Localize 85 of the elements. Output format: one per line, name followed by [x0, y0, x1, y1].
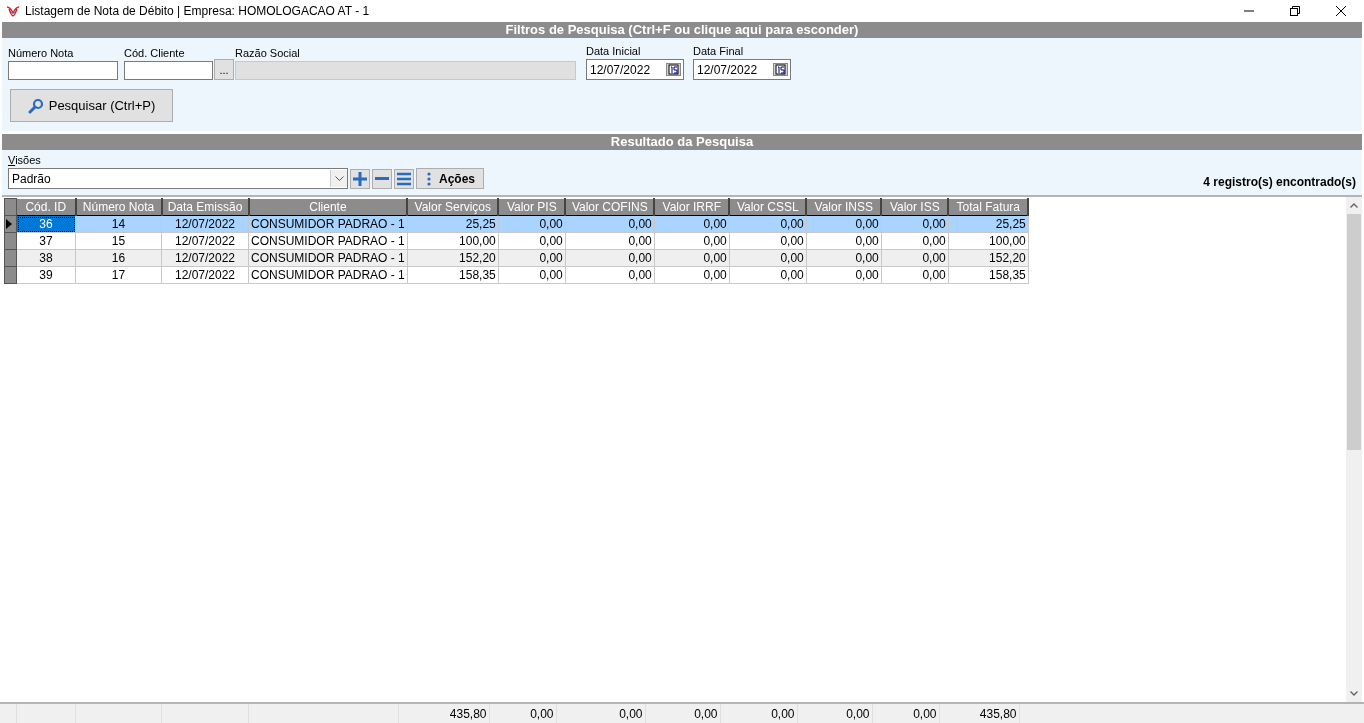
- table-cell: CONSUMIDOR PADRAO - 1: [248, 266, 408, 284]
- total-cell: 0,00: [797, 704, 872, 723]
- field-label: Cód. Cliente: [124, 46, 186, 61]
- lookup-button[interactable]: ...: [214, 59, 234, 80]
- restore-icon: [1289, 5, 1301, 17]
- total-cell: 435,80: [939, 704, 1019, 723]
- column-header[interactable]: Valor Serviços: [407, 198, 499, 216]
- table-row[interactable]: 36 14 12/07/2022 CONSUMIDOR PADRAO - 1 25,25 0,00 0,00 0,00 0,00 0,00 0,00 25,25: [4, 215, 1029, 233]
- total-cell: 0,00: [645, 704, 720, 723]
- table-row[interactable]: 38 16 12/07/2022 CONSUMIDOR PADRAO - 1 152,20 0,00 0,00 0,00 0,00 0,00 0,00 152,20: [4, 249, 1029, 267]
- table-cell: 158,35: [407, 266, 499, 284]
- table-cell: 0,00: [565, 232, 655, 250]
- table-cell: 158,35: [948, 266, 1029, 284]
- column-header[interactable]: Total Fatura: [948, 198, 1029, 216]
- table-cell: 0,00: [498, 232, 566, 250]
- column-header[interactable]: Valor PIS: [498, 198, 566, 216]
- close-icon: [1335, 5, 1347, 17]
- row-header: [4, 198, 17, 216]
- field-label: Número Nota: [8, 46, 75, 61]
- search-button[interactable]: Pesquisar (Ctrl+P): [10, 89, 173, 122]
- record-count: 4 registro(s) encontrado(s): [1203, 175, 1356, 189]
- numero-nota-field[interactable]: [8, 61, 118, 80]
- caret-icon: [334, 176, 344, 181]
- cod-cliente-field[interactable]: [124, 61, 213, 80]
- views-label: Visões: [8, 154, 42, 168]
- total-cell: 0,00: [556, 704, 645, 723]
- row-pointer-icon: [6, 219, 12, 229]
- table-cell: 0,00: [498, 266, 566, 284]
- date-label: Data Inicial: [586, 44, 642, 59]
- table-cell: 0,00: [654, 232, 730, 250]
- table-row[interactable]: 37 15 12/07/2022 CONSUMIDOR PADRAO - 1 100,00 0,00 0,00 0,00 0,00 0,00 0,00 100,00: [4, 232, 1029, 250]
- table-cell: 0,00: [806, 232, 882, 250]
- minus-icon: [374, 177, 390, 180]
- column-header[interactable]: Cód. ID: [16, 198, 76, 216]
- table-cell: 0,00: [881, 266, 949, 284]
- scroll-up-icon[interactable]: [1350, 203, 1358, 208]
- table-cell: 0,00: [729, 266, 807, 284]
- more-icon: [427, 171, 431, 186]
- column-header[interactable]: Cliente: [248, 198, 408, 216]
- remove-view-button[interactable]: [372, 168, 392, 189]
- results-header: Resultado da Pesquisa: [2, 134, 1362, 150]
- table-cell: 12/07/2022: [161, 266, 249, 284]
- date-label: Data Final: [693, 44, 745, 59]
- view-list-button[interactable]: [394, 168, 414, 189]
- date-field[interactable]: 12/07/2022: [693, 59, 791, 80]
- table-cell: 0,00: [654, 266, 730, 284]
- table-cell: 100,00: [948, 232, 1029, 250]
- scroll-down-icon[interactable]: [1350, 691, 1358, 696]
- table-cell: 0,00: [729, 232, 807, 250]
- table-cell: 0,00: [881, 232, 949, 250]
- table-cell: 37: [16, 232, 76, 250]
- search-icon: [27, 97, 44, 114]
- column-header[interactable]: Data Emissão: [161, 198, 249, 216]
- views-dropdown[interactable]: Padrão: [8, 168, 348, 189]
- table-cell: 15: [75, 232, 162, 250]
- column-header[interactable]: Valor INSS: [806, 198, 882, 216]
- table-cell: 0,00: [806, 266, 882, 284]
- calendar-icon[interactable]: [773, 63, 788, 76]
- table-cell: 39: [16, 266, 76, 284]
- table-cell: 12/07/2022: [161, 232, 249, 250]
- menu-icon: [396, 170, 412, 187]
- scrollbar[interactable]: [1346, 197, 1362, 702]
- column-header[interactable]: Valor IRRF: [654, 198, 730, 216]
- window-title: Listagem de Nota de Débito | Empresa: HOMOLOGACAO AT - 1: [25, 4, 371, 18]
- filters-header[interactable]: Filtros de Pesquisa (Ctrl+F ou clique aqui para esconder): [2, 22, 1362, 38]
- field-label: Razão Social: [235, 46, 301, 61]
- table-cell: 17: [75, 266, 162, 284]
- total-cell: 0,00: [489, 704, 556, 723]
- actions-button[interactable]: Ações: [416, 168, 485, 189]
- total-cell: 0,00: [720, 704, 797, 723]
- add-view-button[interactable]: [350, 168, 370, 189]
- column-header[interactable]: Valor ISS: [881, 198, 949, 216]
- total-cell: 0,00: [872, 704, 939, 723]
- table-cell: 100,00: [407, 232, 499, 250]
- table-cell: 0,00: [565, 266, 655, 284]
- date-field[interactable]: 12/07/2022: [586, 59, 684, 80]
- app-logo-icon: [6, 5, 20, 17]
- table-row[interactable]: 39 17 12/07/2022 CONSUMIDOR PADRAO - 1 158,35 0,00 0,00 0,00 0,00 0,00 0,00 158,35: [4, 266, 1029, 284]
- column-header[interactable]: Valor CSSL: [729, 198, 807, 216]
- column-header[interactable]: Valor COFINS: [565, 198, 655, 216]
- total-cell: 435,80: [398, 704, 489, 723]
- calendar-icon[interactable]: [666, 63, 681, 76]
- table-cell: CONSUMIDOR PADRAO - 1: [248, 232, 408, 250]
- plus-icon: [352, 170, 368, 187]
- column-header[interactable]: Número Nota: [75, 198, 162, 216]
